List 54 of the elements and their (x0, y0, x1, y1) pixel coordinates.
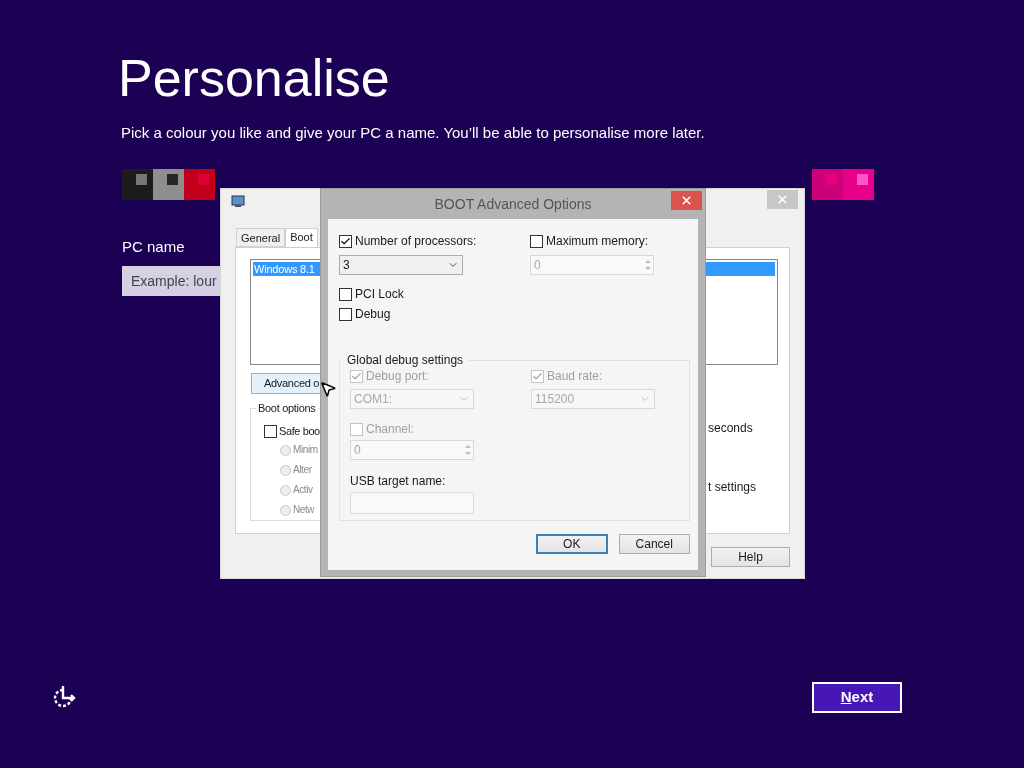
processors-dropdown[interactable]: 3 (339, 255, 463, 275)
checkbox-label: Maximum memory: (546, 235, 648, 247)
boot-options-label: Boot options (256, 401, 318, 415)
page-title: Personalise (118, 48, 391, 108)
close-icon (680, 194, 693, 207)
timeout-unit: seconds (708, 422, 753, 434)
help-button[interactable]: Help (711, 547, 790, 567)
tab[interactable]: General (236, 228, 286, 247)
dialog-button[interactable]: OK (536, 534, 608, 554)
dialog-button[interactable]: Cancel (618, 534, 690, 554)
checkbox[interactable] (339, 287, 352, 301)
check-icon (532, 370, 543, 382)
checkbox-label: Debug port: (366, 370, 429, 382)
radio-button[interactable] (280, 484, 291, 496)
checkbox[interactable] (530, 234, 543, 248)
colour-swatch[interactable] (122, 169, 153, 200)
colour-swatch[interactable] (812, 169, 843, 200)
check-icon (340, 235, 351, 247)
permanent-settings-label: t settings (708, 481, 757, 493)
next-button[interactable]: Next (812, 682, 902, 713)
usb-target-label: USB target name: (350, 475, 447, 487)
checkbox-label: Debug (355, 308, 391, 320)
checkbox-label: Number of processors: (355, 235, 477, 247)
colour-swatch[interactable] (843, 169, 874, 200)
close-button[interactable] (671, 191, 702, 210)
checkbox[interactable] (339, 307, 352, 321)
usb-target-field[interactable] (350, 492, 474, 514)
group-title: Global debug settings (347, 354, 464, 366)
colour-swatch[interactable] (184, 169, 215, 200)
pc-name-label: PC name (122, 238, 185, 256)
checkbox[interactable] (339, 234, 352, 248)
radio-label: Activ (293, 485, 313, 495)
checkbox-label: Safe boo (279, 425, 320, 437)
spinner-arrows-icon (463, 442, 473, 458)
app-icon (231, 195, 245, 208)
close-icon (776, 193, 789, 206)
tab[interactable]: Boot (285, 228, 318, 248)
radio-button[interactable] (280, 504, 291, 516)
close-button[interactable] (767, 190, 798, 209)
radio-label: Alter (293, 465, 312, 475)
checkbox-label: Baud rate: (547, 370, 603, 382)
dialog-title: BOOT Advanced Options (434, 194, 592, 214)
checkbox[interactable] (264, 424, 277, 438)
colour-swatch[interactable] (153, 169, 184, 200)
pc-name-field[interactable]: Example: lour (122, 266, 220, 296)
radio-button[interactable] (280, 444, 291, 456)
spinner-arrows-icon (643, 257, 653, 273)
radio-label: Minim (293, 445, 318, 455)
radio-label: Netw (293, 505, 315, 515)
radio-button[interactable] (280, 464, 291, 476)
check-icon (351, 370, 362, 382)
checkbox-label: PCI Lock (355, 288, 404, 300)
page-subtitle: Pick a colour you like and give your PC a name. You’ll be able to personalise more later. (121, 124, 706, 142)
checkbox-label: Channel: (366, 423, 415, 435)
